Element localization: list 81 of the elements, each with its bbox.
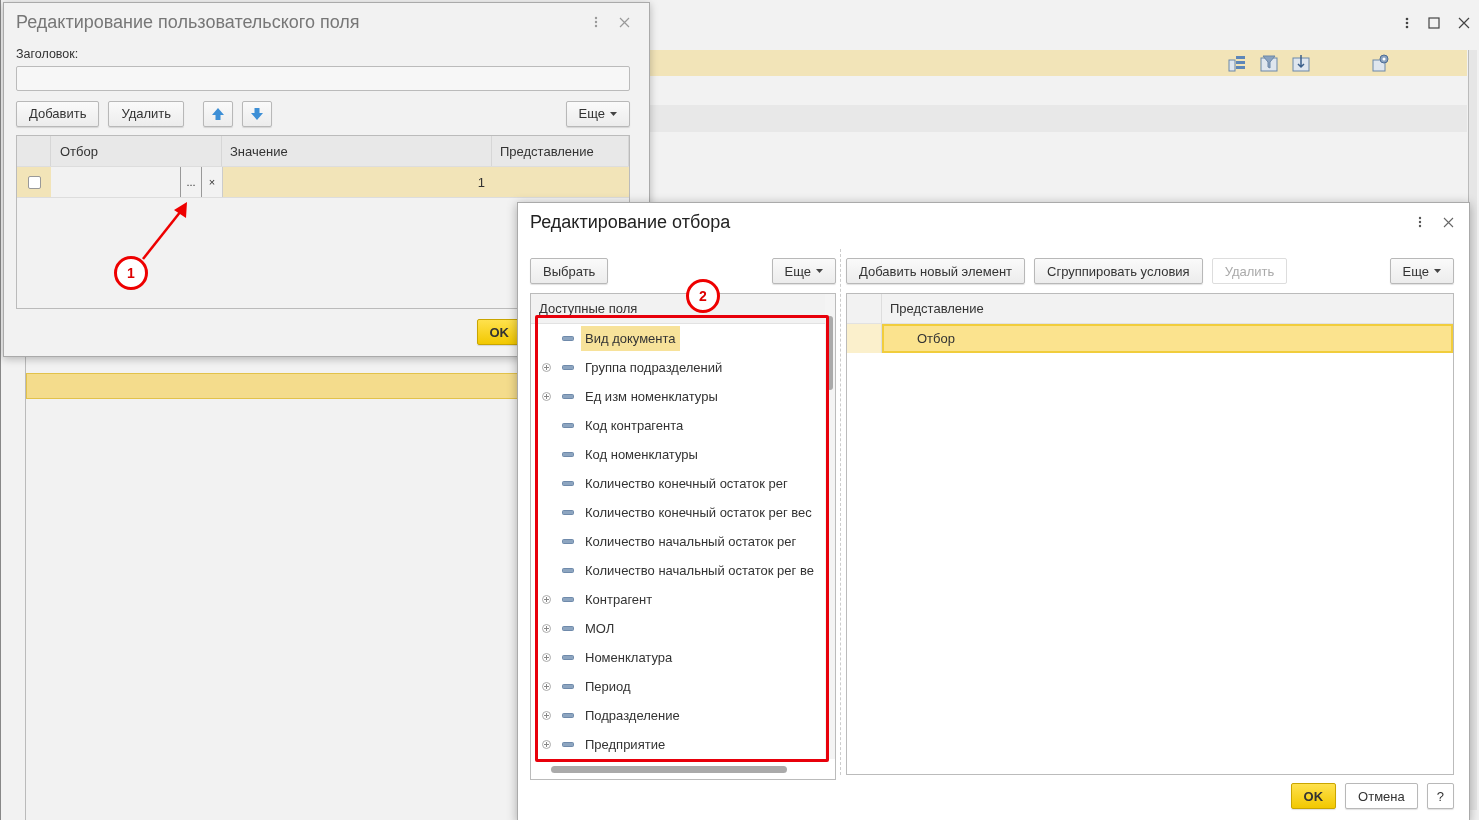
toolbar-button[interactable]: Добавить новый элемент	[846, 258, 1026, 285]
expand-icon[interactable]	[542, 624, 551, 633]
toolbar-button[interactable]: Добавить	[16, 100, 100, 127]
tree-item[interactable]: Подразделение	[581, 706, 684, 725]
field-icon	[562, 568, 574, 573]
field-icon	[562, 684, 574, 689]
more-icon[interactable]	[1417, 215, 1423, 229]
dialog-title: Редактирование отбора	[530, 211, 732, 233]
dialog-title: Редактирование пользовательского поля	[16, 11, 361, 33]
dialog-button[interactable]: ?	[1426, 783, 1454, 809]
table-row[interactable]: Отбор	[882, 324, 1453, 354]
caret-icon	[816, 269, 823, 273]
column-header[interactable]: Значение	[222, 136, 492, 166]
column-header[interactable]: Представление	[882, 294, 984, 324]
field-icon	[562, 336, 574, 341]
tree-item[interactable]: Вид документа	[581, 326, 680, 351]
tree-item[interactable]: Количество начальный остаток рег	[581, 532, 801, 551]
expand-icon[interactable]	[542, 682, 551, 691]
scrollbar[interactable]	[825, 294, 835, 759]
checkbox[interactable]	[27, 175, 41, 189]
field-icon	[562, 481, 574, 486]
tree-item[interactable]: Номенклатура	[581, 648, 677, 667]
expand-icon[interactable]	[542, 595, 551, 604]
tree-item[interactable]: Контрагент	[581, 590, 657, 609]
settings-icon[interactable]	[1371, 53, 1391, 73]
clear-button[interactable]: ×	[201, 167, 222, 197]
maximize-icon[interactable]	[1428, 17, 1440, 29]
tree-item[interactable]: Период	[581, 677, 635, 696]
expand-icon[interactable]	[542, 392, 551, 401]
toolbar-button[interactable]: Удалить	[108, 100, 185, 127]
down-arrow-icon	[250, 106, 265, 121]
tree-item[interactable]: МОЛ	[581, 619, 619, 638]
more-icon[interactable]	[1404, 16, 1410, 30]
tree-item[interactable]: Количество начальный остаток рег ве	[581, 561, 818, 580]
tree-item[interactable]: Количество конечный остаток рег	[581, 474, 792, 493]
move-up-button[interactable]	[203, 100, 234, 127]
field-icon	[562, 394, 574, 399]
field-icon	[562, 655, 574, 660]
field-icon	[562, 452, 574, 457]
tree-item[interactable]: Код контрагента	[581, 416, 688, 435]
column-arrow-icon[interactable]	[1291, 53, 1311, 73]
title-field[interactable]	[16, 66, 630, 91]
tree-item[interactable]: Код номенклатуры	[581, 445, 702, 464]
caret-icon	[1434, 269, 1441, 274]
table-cell: 1	[223, 167, 493, 197]
dialog-button[interactable]: OK	[1290, 783, 1337, 809]
field-icon	[562, 742, 574, 747]
dialog-button[interactable]: Отмена	[1345, 783, 1418, 809]
list-icon[interactable]	[1227, 53, 1247, 73]
up-arrow-icon	[211, 106, 226, 121]
expand-icon[interactable]	[542, 711, 551, 720]
more-button[interactable]: Еще	[1389, 258, 1454, 285]
select-button[interactable]: Выбрать	[530, 258, 609, 284]
tree-item[interactable]: Ед изм номенклатуры	[581, 387, 722, 406]
more-button[interactable]: Еще	[771, 258, 836, 284]
field-icon	[562, 597, 574, 602]
tree-item[interactable]: Количество конечный остаток рег вес	[581, 503, 816, 522]
field-icon	[562, 539, 574, 544]
expand-icon[interactable]	[542, 363, 551, 372]
tree-item[interactable]: Группа подразделений	[581, 358, 727, 377]
column-header[interactable]: Представление	[492, 136, 629, 166]
expand-icon[interactable]	[542, 653, 551, 662]
column-header[interactable]: Отбор	[51, 136, 222, 166]
filter-icon[interactable]	[1259, 53, 1279, 73]
tree-item[interactable]: Предприятие	[581, 735, 670, 754]
field-icon	[562, 423, 574, 428]
choose-button[interactable]: ...	[180, 167, 201, 197]
expand-icon[interactable]	[542, 740, 551, 749]
caret-icon	[610, 111, 617, 116]
annotation-arrow	[142, 202, 187, 260]
table-row[interactable]: ... × 1	[17, 167, 629, 198]
field-icon	[562, 365, 574, 370]
more-button[interactable]: Еще	[565, 100, 630, 127]
toolbar-button[interactable]: Сгруппировать условия	[1034, 258, 1203, 285]
field-icon	[562, 626, 574, 631]
field-label: Заголовок:	[16, 47, 80, 61]
field-icon	[562, 510, 574, 515]
close-icon[interactable]	[1458, 17, 1470, 29]
field-icon	[562, 713, 574, 718]
close-icon[interactable]	[1443, 216, 1454, 228]
move-down-button[interactable]	[242, 100, 273, 127]
